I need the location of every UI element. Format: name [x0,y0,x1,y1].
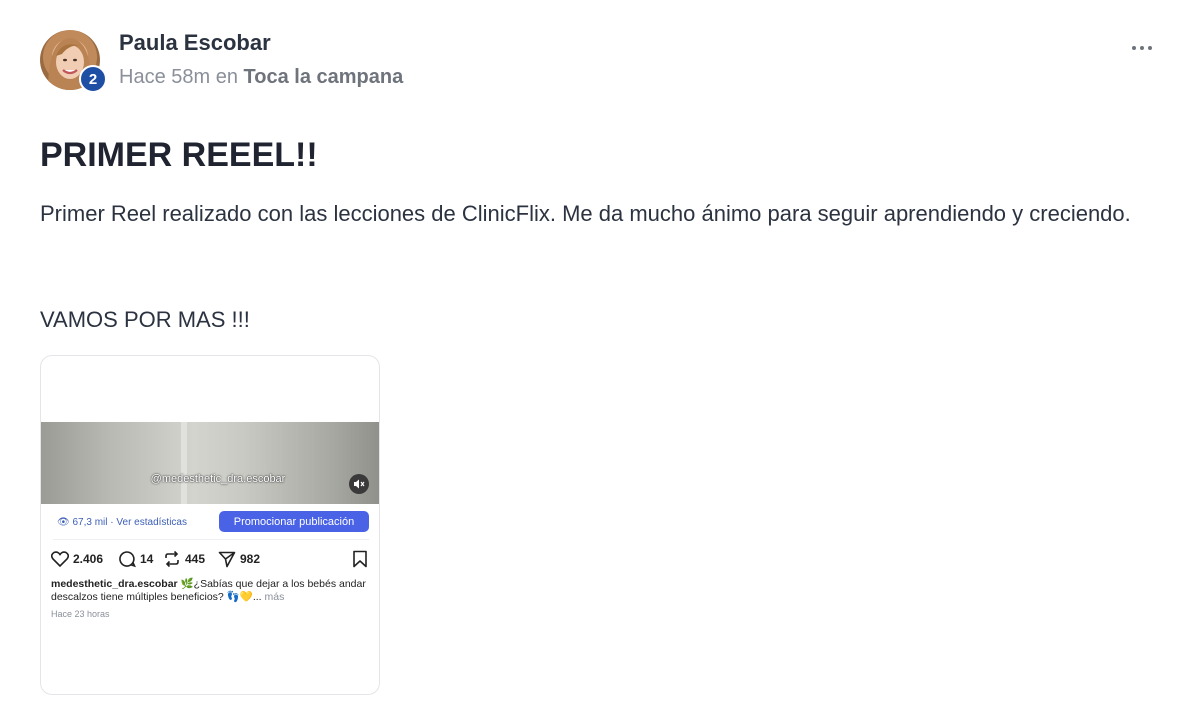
repost-action[interactable]: 445 [163,549,205,569]
repost-icon [165,550,179,568]
more-dot-icon [1132,46,1136,50]
post-body: Primer Reel realizado con las lecciones … [40,201,1131,226]
reposts-count: 445 [185,552,206,566]
bookmark-button[interactable] [352,549,368,569]
comments-count: 14 [140,552,154,566]
caption-more-link[interactable]: más [265,591,285,603]
promote-button[interactable]: Promocionar publicación [219,511,369,532]
instagram-embed-card[interactable]: @medesthetic_dra.escobar 👁 67,3 mil · Ve… [40,355,380,695]
post-meta: Hace 58m en Toca la campana [119,66,403,89]
post-card: 2 Paula Escobar Hace 58m en Toca la camp… [0,0,1200,713]
reel-caption: medesthetic_dra.escobar 🌿¿Sabías que dej… [51,578,371,604]
avatar-container[interactable]: 2 [40,30,107,93]
video-handle-overlay: @medesthetic_dra.escobar [150,473,286,485]
heart-icon [51,551,69,567]
caption-username[interactable]: medesthetic_dra.escobar [51,578,178,590]
more-dot-icon [1148,46,1152,50]
author-name[interactable]: Paula Escobar [119,30,271,56]
like-action[interactable]: 2.406 [51,549,103,569]
video-highlight [181,422,187,504]
comment-icon [119,551,136,568]
meta-in-label: en [215,66,238,88]
likes-count: 2.406 [73,552,104,566]
post-title: PRIMER REEEL!! [40,136,318,174]
eye-icon: 👁 [57,517,73,528]
post-body-line2: VAMOS POR MAS !!! [40,307,250,332]
comment-action[interactable]: 14 [118,549,153,569]
reel-actions: 2.406 14 445 982 [51,549,371,569]
category-link[interactable]: Toca la campana [244,66,404,88]
mute-icon [354,479,365,489]
reel-timestamp: Hace 23 horas [51,609,110,619]
mute-button[interactable] [349,474,369,494]
views-text: 67,3 mil · Ver estadísticas [72,517,187,528]
level-badge: 2 [79,65,107,93]
stats-row: 👁 67,3 mil · Ver estadísticas Promociona… [41,511,379,533]
divider [53,539,369,540]
views-link[interactable]: 👁 67,3 mil · Ver estadísticas [57,517,187,528]
share-action[interactable]: 982 [218,549,260,569]
reel-video-thumbnail[interactable]: @medesthetic_dra.escobar [41,422,379,504]
more-dot-icon [1140,46,1144,50]
send-icon [218,551,236,568]
more-options-button[interactable] [1126,36,1158,60]
bookmark-icon [353,550,367,568]
shares-count: 982 [240,552,261,566]
post-time: Hace 58m [119,66,211,88]
